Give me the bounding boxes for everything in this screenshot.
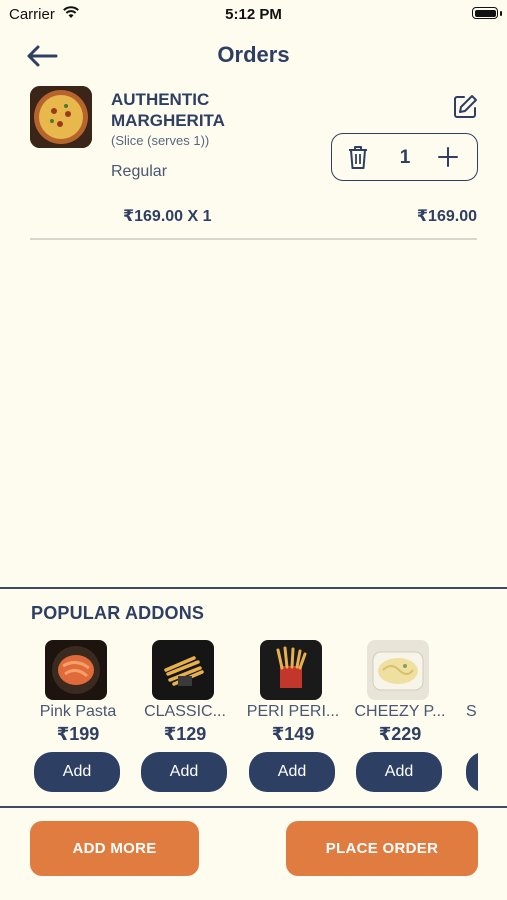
- item-subtitle: (Slice (serves 1)): [111, 133, 210, 148]
- item-variant: Regular: [111, 163, 168, 180]
- addon-name: PERI PERI...: [246, 703, 340, 720]
- addon-name: S: [466, 703, 477, 720]
- addons-top-divider: [0, 587, 507, 589]
- add-addon-button[interactable]: [466, 752, 478, 792]
- addon-name: CHEEZY P...: [354, 703, 446, 720]
- item-divider: [30, 238, 477, 240]
- cheezy-pasta-image: [367, 640, 429, 700]
- add-addon-button[interactable]: Add: [141, 752, 227, 792]
- addon-price: ₹149: [271, 724, 315, 744]
- addons-carousel[interactable]: Pink Pasta ₹199 Add CLASSIC... ₹129 Add …: [0, 636, 478, 796]
- place-order-button[interactable]: PLACE ORDER: [286, 821, 478, 876]
- addon-name: Pink Pasta: [39, 703, 117, 720]
- item-name: AUTHENTIC MARGHERITA: [111, 90, 225, 130]
- addon-price: ₹229: [378, 724, 422, 744]
- peri-fries-image: [260, 640, 322, 700]
- addons-title: POPULAR ADDONS: [31, 603, 205, 623]
- unit-price-line: ₹169.00 X 1: [123, 208, 212, 225]
- status-time: 5:12 PM: [225, 6, 282, 23]
- addons-bottom-divider: [0, 806, 507, 808]
- add-addon-button[interactable]: Add: [34, 752, 120, 792]
- add-addon-button[interactable]: Add: [249, 752, 335, 792]
- trash-icon[interactable]: [346, 144, 370, 170]
- status-bar: Carrier 5:12 PM: [0, 0, 507, 28]
- add-addon-button[interactable]: Add: [356, 752, 442, 792]
- edit-icon[interactable]: [451, 93, 479, 121]
- addon-price: ₹199: [56, 724, 100, 744]
- quantity-stepper: 1: [331, 133, 478, 181]
- fries-image: [152, 640, 214, 700]
- plus-icon[interactable]: [436, 145, 460, 169]
- add-more-button[interactable]: ADD MORE: [30, 821, 199, 876]
- page-title: Orders: [217, 42, 290, 67]
- addon-price: ₹129: [163, 724, 207, 744]
- addon-name: CLASSIC...: [144, 703, 226, 720]
- pasta-image: [45, 640, 107, 700]
- line-total: ₹169.00: [416, 208, 477, 225]
- pizza-image: [30, 86, 92, 148]
- battery-icon: [472, 7, 498, 19]
- quantity-value: 1: [399, 147, 411, 168]
